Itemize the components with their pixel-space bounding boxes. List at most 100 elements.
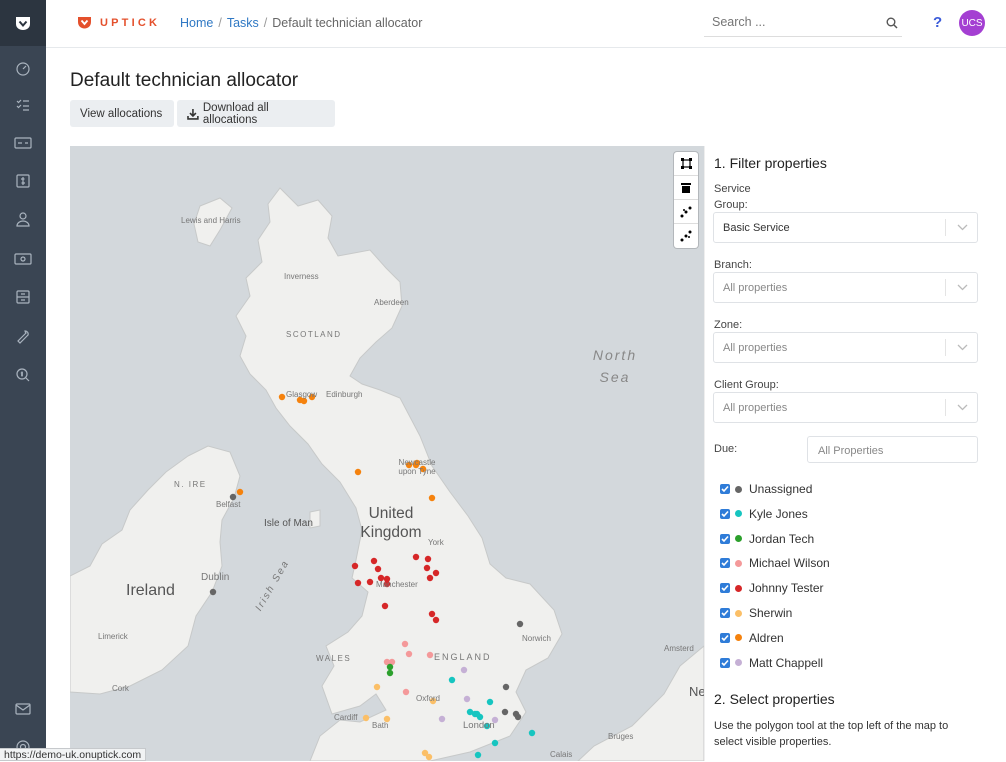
property-marker[interactable]: [401, 640, 409, 648]
mail-icon[interactable]: [0, 694, 46, 724]
map-label-scotland: SCOTLAND: [286, 330, 342, 339]
property-marker[interactable]: [516, 620, 524, 628]
property-marker[interactable]: [236, 488, 244, 496]
service-group-select[interactable]: Basic Service: [713, 212, 978, 243]
invoices-icon[interactable]: [0, 128, 46, 158]
zone-label: Zone:: [714, 319, 743, 331]
property-marker[interactable]: [460, 666, 468, 674]
technician-checkbox[interactable]: [720, 608, 730, 618]
property-marker[interactable]: [426, 651, 434, 659]
property-marker[interactable]: [405, 650, 413, 658]
uncombine-tool-icon[interactable]: [674, 224, 698, 248]
property-marker[interactable]: [502, 683, 510, 691]
property-marker[interactable]: [501, 708, 509, 716]
uptick-logo-icon[interactable]: [0, 0, 46, 46]
delete-tool-icon[interactable]: [674, 176, 698, 200]
property-marker[interactable]: [278, 393, 286, 401]
property-marker[interactable]: [362, 714, 370, 722]
map-label-norwich: Norwich: [522, 634, 551, 643]
property-marker[interactable]: [425, 753, 433, 761]
polygon-tool-icon[interactable]: [674, 152, 698, 176]
property-marker[interactable]: [432, 616, 440, 624]
technician-checkbox[interactable]: [720, 533, 730, 544]
map-label-dublin: Dublin: [201, 572, 230, 583]
property-marker[interactable]: [423, 564, 431, 572]
technician-filter-item[interactable]: Kyle Jones: [720, 507, 808, 521]
technician-filter-item[interactable]: Matt Chappell: [720, 656, 823, 670]
tasks-icon[interactable]: [0, 90, 46, 120]
billing-icon[interactable]: [0, 244, 46, 274]
property-marker[interactable]: [428, 610, 436, 618]
avatar[interactable]: UCS: [959, 10, 985, 36]
property-marker[interactable]: [412, 553, 420, 561]
technician-color-dot: [735, 510, 742, 518]
download-allocations-button[interactable]: Download all allocations: [177, 100, 335, 127]
chevron-down-icon: [957, 284, 968, 291]
view-allocations-button[interactable]: View allocations: [70, 100, 174, 127]
client-group-select[interactable]: All properties: [713, 392, 978, 423]
technician-name: Sherwin: [749, 606, 793, 620]
brand-logo[interactable]: UPTICK: [78, 16, 160, 29]
technician-checkbox[interactable]: [720, 632, 730, 643]
technician-checkbox[interactable]: [720, 558, 730, 569]
property-marker[interactable]: [354, 468, 362, 476]
property-marker[interactable]: [374, 565, 382, 573]
technician-filter-item[interactable]: Johnny Tester: [720, 581, 824, 595]
property-marker[interactable]: [386, 669, 394, 677]
map-label-newcastle: Newcastle upon Tyne: [398, 458, 436, 476]
property-marker[interactable]: [426, 574, 434, 582]
property-marker[interactable]: [463, 695, 471, 703]
property-marker[interactable]: [428, 494, 436, 502]
due-input[interactable]: All Properties: [807, 436, 978, 463]
property-marker[interactable]: [448, 676, 456, 684]
map-label-cardiff: Cardiff: [334, 713, 358, 722]
technician-checkbox[interactable]: [720, 657, 730, 668]
property-marker[interactable]: [491, 739, 499, 747]
technician-color-dot: [735, 485, 742, 493]
help-icon[interactable]: ?: [933, 14, 942, 31]
zone-select[interactable]: All properties: [713, 332, 978, 363]
property-marker[interactable]: [366, 578, 374, 586]
property-marker[interactable]: [474, 751, 482, 759]
quotes-icon[interactable]: [0, 166, 46, 196]
map-label-nire: N. IRE: [174, 480, 207, 489]
dashboard-icon[interactable]: [0, 54, 46, 84]
property-marker[interactable]: [370, 557, 378, 565]
search-money-icon[interactable]: [0, 360, 46, 390]
property-marker[interactable]: [381, 602, 389, 610]
technician-filter-item[interactable]: Sherwin: [720, 606, 792, 620]
property-marker[interactable]: [351, 562, 359, 570]
map-label-uk: United Kingdom: [360, 505, 422, 541]
property-marker[interactable]: [373, 683, 381, 691]
property-marker[interactable]: [486, 698, 494, 706]
property-marker[interactable]: [514, 713, 522, 721]
map-label-cork: Cork: [112, 684, 129, 693]
technician-filter-item[interactable]: Unassigned: [720, 482, 812, 496]
users-icon[interactable]: [0, 204, 46, 234]
technician-checkbox[interactable]: [720, 484, 730, 494]
tools-icon[interactable]: [0, 322, 46, 352]
property-marker[interactable]: [402, 688, 410, 696]
property-marker[interactable]: [209, 588, 217, 596]
search-input[interactable]: [704, 9, 874, 35]
combine-tool-icon[interactable]: [674, 200, 698, 224]
property-marker[interactable]: [432, 569, 440, 577]
technician-checkbox[interactable]: [720, 508, 730, 519]
properties-icon[interactable]: [0, 282, 46, 312]
search-icon[interactable]: [886, 17, 898, 29]
map-label-london: London: [463, 720, 495, 731]
property-marker[interactable]: [386, 663, 394, 671]
map-label-inverness: Inverness: [284, 272, 319, 281]
branch-select[interactable]: All properties: [713, 272, 978, 303]
technician-checkbox[interactable]: [720, 583, 730, 594]
breadcrumb-home[interactable]: Home: [180, 16, 213, 30]
property-marker[interactable]: [438, 715, 446, 723]
property-marker[interactable]: [528, 729, 536, 737]
property-marker[interactable]: [354, 579, 362, 587]
map[interactable]: Lewis and Harris Inverness Aberdeen SCOT…: [70, 146, 704, 761]
technician-filter-item[interactable]: Michael Wilson: [720, 556, 830, 570]
technician-filter-item[interactable]: Jordan Tech: [720, 532, 814, 546]
property-marker[interactable]: [424, 555, 432, 563]
breadcrumb-tasks[interactable]: Tasks: [227, 16, 259, 30]
technician-filter-item[interactable]: Aldren: [720, 631, 784, 645]
